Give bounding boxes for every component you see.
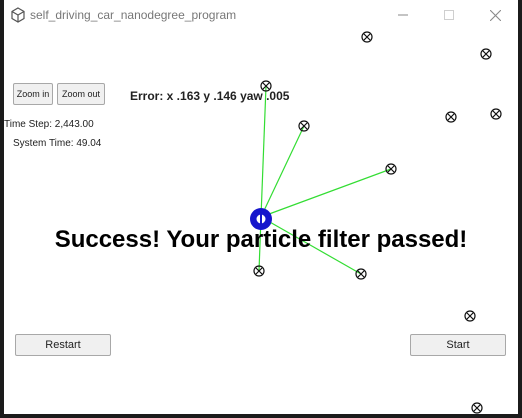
landmark-x-icon bbox=[361, 31, 373, 43]
landmark-x-icon bbox=[464, 310, 476, 322]
app-window: self_driving_car_nanodegree_program Zoom… bbox=[4, 0, 518, 414]
landmark-x-icon bbox=[298, 120, 310, 132]
zoom-in-button[interactable]: Zoom in bbox=[13, 83, 53, 105]
landmark-x-icon bbox=[471, 402, 483, 414]
landmark-x-icon bbox=[480, 48, 492, 60]
success-message: Success! Your particle filter passed! bbox=[54, 226, 468, 253]
landmark-x-icon bbox=[355, 268, 367, 280]
landmark-x-icon bbox=[385, 163, 397, 175]
restart-button[interactable]: Restart bbox=[15, 334, 111, 356]
landmark-x-icon bbox=[490, 108, 502, 120]
error-readout: Error: x .163 y .146 yaw .005 bbox=[130, 89, 290, 103]
landmark-x-icon bbox=[445, 111, 457, 123]
start-button[interactable]: Start bbox=[410, 334, 506, 356]
system-time-readout: System Time: 49.04 bbox=[13, 138, 102, 149]
observation-line bbox=[260, 85, 267, 218]
time-step-readout: Time Step: 2,443.00 bbox=[4, 119, 94, 130]
zoom-out-button[interactable]: Zoom out bbox=[57, 83, 105, 105]
